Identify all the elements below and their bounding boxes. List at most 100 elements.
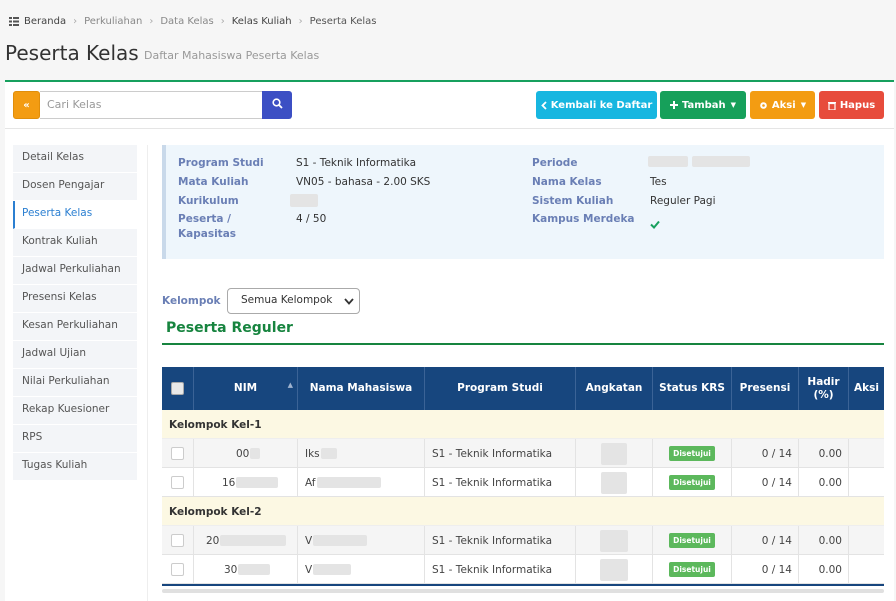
nim-cell: 20: [194, 526, 298, 555]
table-row[interactable]: 16 Af S1 - Teknik Informatika Disetujui …: [162, 468, 884, 497]
content-divider: [147, 145, 148, 601]
nama-cell: Iks: [298, 439, 425, 468]
group-row: Kelompok Kel-2: [162, 497, 884, 526]
periode-value-redacted: [692, 156, 750, 167]
row-checkbox[interactable]: [171, 563, 184, 576]
header-status[interactable]: Status KRS: [653, 367, 732, 410]
status-badge: Disetujui: [669, 475, 715, 490]
kapasitas-label: Kapasitas: [178, 228, 237, 240]
row-checkbox-cell[interactable]: [162, 555, 194, 584]
row-checkbox[interactable]: [171, 447, 184, 460]
sidebar-item-tugas-kuliah[interactable]: Tugas Kuliah: [13, 453, 137, 481]
back-button[interactable]: «: [13, 91, 40, 119]
table-row[interactable]: 30 V S1 - Teknik Informatika Disetujui 0…: [162, 555, 884, 584]
status-cell: Disetujui: [653, 468, 732, 497]
row-checkbox-cell[interactable]: [162, 439, 194, 468]
select-all-checkbox[interactable]: [171, 382, 184, 395]
prodi-cell: S1 - Teknik Informatika: [425, 555, 576, 584]
sistem-kuliah-label: Sistem Kuliah: [532, 195, 614, 207]
kembali-label: Kembali ke Daftar: [550, 99, 653, 111]
section-title: Peserta Reguler: [166, 320, 293, 336]
kurikulum-label: Kurikulum: [178, 195, 239, 207]
redacted-text: [600, 529, 628, 552]
sidebar-item-rps[interactable]: RPS: [13, 425, 137, 453]
breadcrumb-kelas-kuliah[interactable]: Kelas Kuliah: [232, 16, 292, 27]
kelompok-select-value: Semua Kelompok: [241, 294, 333, 306]
hapus-label: Hapus: [839, 99, 876, 111]
kelompok-select[interactable]: Semua Kelompok: [227, 288, 360, 314]
table-row[interactable]: 00 Iks S1 - Teknik Informatika Disetujui…: [162, 439, 884, 468]
nama-value: Iks: [305, 447, 320, 460]
presensi-cell: 0 / 14: [732, 526, 799, 555]
status-badge: Disetujui: [669, 446, 715, 461]
nim-cell: 00: [194, 439, 298, 468]
section-underline: [162, 343, 884, 345]
sidebar-item-detail-kelas[interactable]: Detail Kelas: [13, 145, 137, 173]
header-nama[interactable]: Nama Mahasiswa: [298, 367, 425, 410]
program-studi-value: S1 - Teknik Informatika: [296, 157, 417, 169]
nim-value: 16: [222, 476, 236, 489]
header-aksi-label: Aksi: [854, 382, 879, 394]
caret-down-icon: ▼: [730, 101, 737, 109]
sidebar-item-jadwal-perkuliahan[interactable]: Jadwal Perkuliahan: [13, 257, 137, 285]
breadcrumb: Beranda › Perkuliahan › Data Kelas › Kelas …: [9, 16, 377, 27]
header-presensi-label: Presensi: [739, 382, 791, 394]
kelompok-label: Kelompok: [162, 295, 221, 307]
kurikulum-value-redacted: [290, 194, 318, 207]
hadir-cell: 0.00: [799, 526, 849, 555]
sidebar-item-dosen-pengajar[interactable]: Dosen Pengajar: [13, 173, 137, 201]
sistem-kuliah-value: Reguler Pagi: [650, 195, 716, 207]
sidebar-item-jadwal-ujian[interactable]: Jadwal Ujian: [13, 341, 137, 369]
aksi-button[interactable]: Aksi ▼: [750, 91, 815, 119]
sidebar-nav: Detail Kelas Dosen Pengajar Peserta Kela…: [13, 145, 137, 481]
angkatan-cell: [576, 468, 653, 497]
periode-label: Periode: [532, 157, 578, 169]
tambah-label: Tambah: [681, 99, 726, 111]
header-angkatan[interactable]: Angkatan: [576, 367, 653, 410]
table-row[interactable]: 20 V S1 - Teknik Informatika Disetujui 0…: [162, 526, 884, 555]
header-presensi[interactable]: Presensi: [732, 367, 799, 410]
hadir-cell: 0.00: [799, 468, 849, 497]
row-checkbox[interactable]: [171, 476, 184, 489]
header-prodi[interactable]: Program Studi: [425, 367, 576, 410]
check-icon: [650, 214, 660, 233]
row-checkbox-cell[interactable]: [162, 468, 194, 497]
sidebar-item-peserta-kelas[interactable]: Peserta Kelas: [13, 201, 137, 229]
breadcrumb-perkuliahan[interactable]: Perkuliahan: [84, 16, 142, 27]
header-select-all[interactable]: [162, 367, 194, 410]
header-status-label: Status KRS: [659, 382, 725, 394]
sidebar-item-rekap-kuesioner[interactable]: Rekap Kuesioner: [13, 397, 137, 425]
mata-kuliah-label: Mata Kuliah: [178, 176, 249, 188]
nama-value: Af: [305, 476, 316, 489]
breadcrumb-peserta-kelas: Peserta Kelas: [309, 16, 377, 27]
search-button[interactable]: [262, 91, 292, 119]
header-nama-label: Nama Mahasiswa: [309, 382, 413, 394]
horizontal-scrollbar[interactable]: [162, 589, 884, 593]
prodi-cell: S1 - Teknik Informatika: [425, 468, 576, 497]
header-angkatan-label: Angkatan: [585, 382, 643, 394]
breadcrumb-beranda[interactable]: Beranda: [24, 16, 66, 27]
aksi-cell: [849, 468, 884, 497]
breadcrumb-data-kelas[interactable]: Data Kelas: [160, 16, 213, 27]
sidebar-item-kesan-perkuliahan[interactable]: Kesan Perkuliahan: [13, 313, 137, 341]
sidebar-item-presensi-kelas[interactable]: Presensi Kelas: [13, 285, 137, 313]
search-input[interactable]: Cari Kelas: [40, 91, 263, 119]
sidebar-item-kontrak-kuliah[interactable]: Kontrak Kuliah: [13, 229, 137, 257]
hapus-button[interactable]: Hapus: [819, 91, 884, 119]
redacted-text: [601, 442, 627, 465]
nama-value: V: [305, 534, 313, 547]
redacted-text: [236, 477, 279, 488]
status-badge: Disetujui: [669, 533, 715, 548]
sidebar-item-nilai-perkuliahan[interactable]: Nilai Perkuliahan: [13, 369, 137, 397]
row-checkbox[interactable]: [171, 534, 184, 547]
kembali-ke-daftar-button[interactable]: Kembali ke Daftar: [536, 91, 657, 119]
tambah-button[interactable]: Tambah ▼: [660, 91, 746, 119]
header-hadir[interactable]: Hadir (%): [799, 367, 849, 410]
angkatan-cell: [576, 555, 653, 584]
nama-cell: V: [298, 555, 425, 584]
header-nim[interactable]: NIM ▲: [194, 367, 298, 410]
status-cell: Disetujui: [653, 439, 732, 468]
redacted-text: [220, 535, 287, 546]
chevron-down-icon: [344, 296, 354, 308]
row-checkbox-cell[interactable]: [162, 526, 194, 555]
